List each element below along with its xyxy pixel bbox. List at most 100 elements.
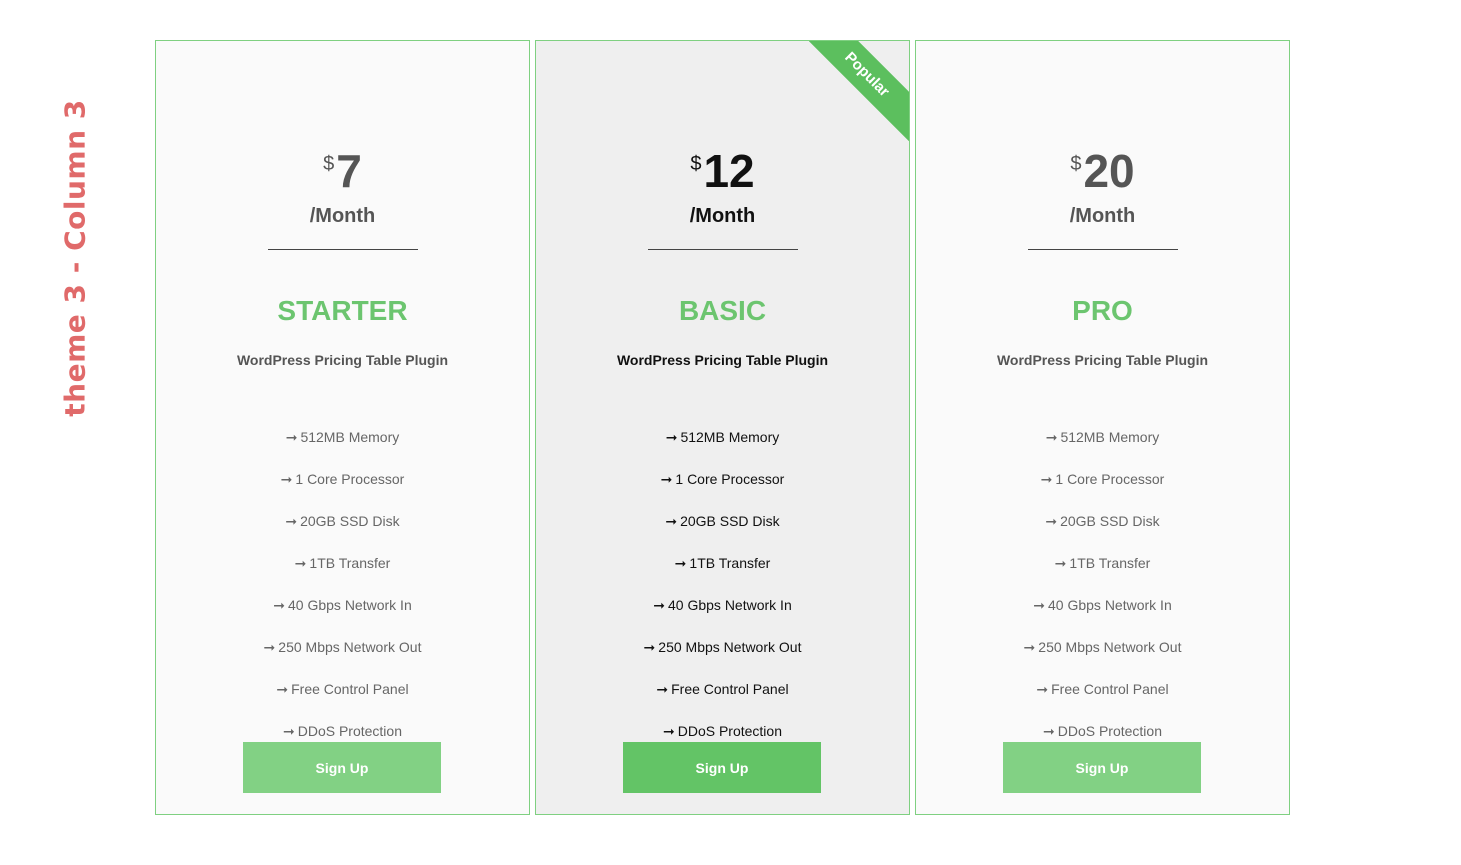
plan-price: $12 — [536, 145, 909, 201]
pricing-card-starter: $7 /Month STARTER WordPress Pricing Tabl… — [155, 40, 530, 815]
arrow-right-icon: ➞ — [1054, 555, 1067, 571]
feature-item: ➞ 20GB SSD Disk — [916, 505, 1289, 547]
currency-symbol: $ — [690, 153, 702, 175]
feature-text: 1TB Transfer — [689, 555, 771, 571]
feature-text: 1TB Transfer — [309, 555, 391, 571]
feature-text: DDoS Protection — [677, 723, 782, 739]
feature-text: 250 Mbps Network Out — [658, 639, 802, 655]
feature-item: ➞ 250 Mbps Network Out — [536, 631, 909, 673]
price-amount: 20 — [1083, 145, 1135, 197]
feature-item: ➞ 1TB Transfer — [156, 547, 529, 589]
feature-text: Free Control Panel — [671, 681, 789, 697]
feature-text: DDoS Protection — [297, 723, 402, 739]
price-divider — [648, 249, 798, 250]
price-divider — [268, 249, 418, 250]
feature-text: 512MB Memory — [680, 429, 780, 445]
price-amount: 12 — [703, 145, 755, 197]
feature-item: ➞ 1 Core Processor — [916, 463, 1289, 505]
feature-list: ➞ 512MB Memory ➞ 1 Core Processor ➞ 20GB SS… — [536, 421, 909, 757]
feature-list: ➞ 512MB Memory ➞ 1 Core Processor ➞ 20GB SS… — [156, 421, 529, 757]
arrow-right-icon: ➞ — [665, 429, 678, 445]
feature-text: 20GB SSD Disk — [680, 513, 780, 529]
feature-item: ➞ 20GB SSD Disk — [156, 505, 529, 547]
arrow-right-icon: ➞ — [1040, 471, 1053, 487]
feature-item: ➞ 1 Core Processor — [536, 463, 909, 505]
feature-text: 40 Gbps Network In — [288, 597, 412, 613]
feature-text: 20GB SSD Disk — [300, 513, 400, 529]
arrow-right-icon: ➞ — [653, 597, 665, 613]
feature-item: ➞ 250 Mbps Network Out — [156, 631, 529, 673]
plan-name: BASIC — [678, 295, 767, 326]
arrow-right-icon: ➞ — [643, 639, 656, 655]
feature-item: ➞ 1TB Transfer — [916, 547, 1289, 589]
plan-name: PRO — [1072, 295, 1133, 326]
feature-item: ➞ 1TB Transfer — [536, 547, 909, 589]
arrow-right-icon: ➞ — [285, 429, 298, 445]
feature-item: ➞ Free Control Panel — [536, 673, 909, 715]
sign-up-button-basic[interactable]: Sign Up — [623, 742, 821, 793]
arrow-right-icon: ➞ — [662, 723, 675, 739]
pricing-card-basic: Popular $12 /Month BASIC WordPress Prici… — [535, 40, 910, 815]
plan-price: $20 — [916, 145, 1289, 201]
billing-period: /Month — [309, 205, 376, 227]
feature-text: DDoS Protection — [1057, 723, 1162, 739]
popular-badge: Popular — [809, 41, 909, 141]
feature-item: ➞ 512MB Memory — [536, 421, 909, 463]
popular-ribbon: Popular — [809, 41, 909, 141]
arrow-right-icon: ➞ — [1033, 597, 1045, 613]
feature-item: ➞ 40 Gbps Network In — [536, 589, 909, 631]
arrow-right-icon: ➞ — [656, 681, 669, 697]
feature-text: 512MB Memory — [1060, 429, 1160, 445]
billing-period: /Month — [689, 205, 756, 227]
price-amount: 7 — [336, 145, 362, 197]
feature-text: 250 Mbps Network Out — [1038, 639, 1182, 655]
arrow-right-icon: ➞ — [660, 471, 673, 487]
currency-symbol: $ — [1070, 153, 1082, 175]
pricing-card-pro: $20 /Month PRO WordPress Pricing Table P… — [915, 40, 1290, 815]
feature-text: 1 Core Processor — [1055, 471, 1165, 487]
arrow-right-icon: ➞ — [294, 555, 307, 571]
arrow-right-icon: ➞ — [674, 555, 687, 571]
feature-text: 1 Core Processor — [295, 471, 405, 487]
plan-subtitle: WordPress Pricing Table Plugin — [236, 352, 449, 368]
feature-text: 250 Mbps Network Out — [278, 639, 422, 655]
feature-text: 512MB Memory — [300, 429, 400, 445]
feature-text: 20GB SSD Disk — [1060, 513, 1160, 529]
arrow-right-icon: ➞ — [263, 639, 276, 655]
feature-text: 40 Gbps Network In — [668, 597, 792, 613]
arrow-right-icon: ➞ — [285, 513, 298, 529]
plan-price: $7 — [156, 145, 529, 201]
arrow-right-icon: ➞ — [1045, 513, 1058, 529]
arrow-right-icon: ➞ — [665, 513, 678, 529]
feature-item: ➞ Free Control Panel — [156, 673, 529, 715]
feature-text: Free Control Panel — [1051, 681, 1169, 697]
arrow-right-icon: ➞ — [1036, 681, 1049, 697]
feature-item: ➞ 512MB Memory — [916, 421, 1289, 463]
theme-column-label: theme 3 - Column 3 — [58, 99, 92, 417]
feature-text: Free Control Panel — [291, 681, 409, 697]
sign-up-button-starter[interactable]: Sign Up — [243, 742, 441, 793]
feature-item: ➞ 40 Gbps Network In — [916, 589, 1289, 631]
feature-text: 1 Core Processor — [675, 471, 785, 487]
feature-item: ➞ 20GB SSD Disk — [536, 505, 909, 547]
arrow-right-icon: ➞ — [280, 471, 293, 487]
feature-list: ➞ 512MB Memory ➞ 1 Core Processor ➞ 20GB SS… — [916, 421, 1289, 757]
arrow-right-icon: ➞ — [1042, 723, 1055, 739]
price-divider — [1028, 249, 1178, 250]
feature-item: ➞ 40 Gbps Network In — [156, 589, 529, 631]
feature-item: ➞ 250 Mbps Network Out — [916, 631, 1289, 673]
feature-text: 40 Gbps Network In — [1048, 597, 1172, 613]
arrow-right-icon: ➞ — [1023, 639, 1036, 655]
arrow-right-icon: ➞ — [1045, 429, 1058, 445]
arrow-right-icon: ➞ — [273, 597, 285, 613]
feature-item: ➞ 1 Core Processor — [156, 463, 529, 505]
plan-subtitle: WordPress Pricing Table Plugin — [616, 352, 829, 368]
arrow-right-icon: ➞ — [282, 723, 295, 739]
feature-text: 1TB Transfer — [1069, 555, 1151, 571]
currency-symbol: $ — [323, 153, 335, 175]
plan-subtitle: WordPress Pricing Table Plugin — [996, 352, 1209, 368]
sign-up-button-pro[interactable]: Sign Up — [1003, 742, 1201, 793]
feature-item: ➞ 512MB Memory — [156, 421, 529, 463]
feature-item: ➞ Free Control Panel — [916, 673, 1289, 715]
billing-period: /Month — [1069, 205, 1136, 227]
